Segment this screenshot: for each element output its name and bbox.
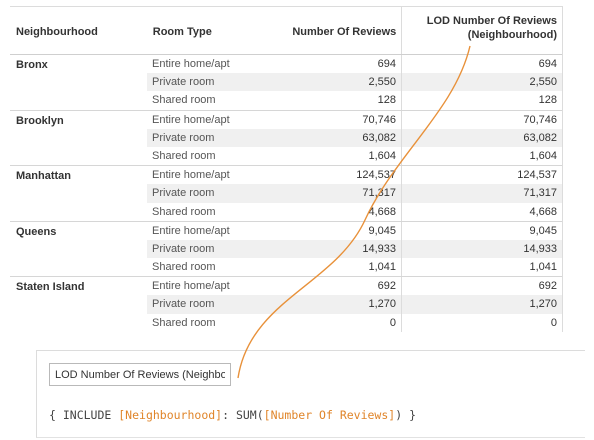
number-of-reviews-cell[interactable]: 70,746: [242, 110, 402, 129]
number-of-reviews-cell[interactable]: 0: [242, 313, 402, 332]
formula-open: { INCLUDE: [49, 408, 119, 422]
formula-editor[interactable]: { INCLUDE [Neighbourhood]: SUM([Number O…: [49, 403, 579, 427]
lod-reviews-cell[interactable]: 692: [402, 277, 562, 295]
header-lod-line1: LOD Number Of Reviews: [426, 15, 557, 27]
table-row: Private room 1,270 1,270: [147, 295, 562, 314]
header-neighbourhood[interactable]: Neighbourhood: [10, 7, 148, 54]
room-type-cell[interactable]: Private room: [147, 129, 242, 147]
header-room-type[interactable]: Room Type: [148, 7, 243, 54]
number-of-reviews-cell[interactable]: 694: [242, 55, 402, 74]
table-row: Shared room 4,668 4,668: [147, 202, 562, 221]
group-staten-island: Staten Island Entire home/apt 692 692 Privat…: [10, 277, 562, 332]
neighbourhood-cell[interactable]: Staten Island: [10, 277, 147, 332]
lod-reviews-cell[interactable]: 0: [402, 314, 562, 332]
table-row: Entire home/apt 124,537 124,537: [147, 166, 562, 185]
room-type-cell[interactable]: Shared room: [147, 258, 242, 276]
table-row: Private room 63,082 63,082: [147, 128, 562, 147]
table-row: Shared room 128 128: [147, 91, 562, 110]
column-headers: Neighbourhood Room Type Number Of Review…: [10, 7, 562, 55]
group-manhattan: Manhattan Entire home/apt 124,537 124,537 Pr…: [10, 166, 562, 222]
number-of-reviews-cell[interactable]: 14,933: [242, 239, 402, 259]
group-rows: Entire home/apt 9,045 9,045 Private room 14,…: [147, 221, 562, 277]
formula-sum: : SUM(: [222, 408, 264, 422]
header-number-of-reviews[interactable]: Number Of Reviews: [243, 7, 403, 54]
neighbourhood-cell[interactable]: Bronx: [10, 55, 147, 110]
table-row: Private room 14,933 14,933: [147, 239, 562, 259]
lod-reviews-cell[interactable]: 1,604: [402, 147, 562, 165]
room-type-cell[interactable]: Private room: [147, 184, 242, 202]
lod-reviews-cell[interactable]: 9,045: [402, 222, 562, 240]
table-row: Shared room 1,041 1,041: [147, 258, 562, 277]
formula-measure-field: [Number Of Reviews]: [263, 408, 396, 422]
lod-reviews-cell[interactable]: 14,933: [402, 240, 562, 258]
table-row: Entire home/apt 70,746 70,746: [147, 110, 562, 129]
number-of-reviews-cell[interactable]: 692: [242, 277, 402, 296]
neighbourhood-cell[interactable]: Manhattan: [10, 166, 147, 221]
table-row: Entire home/apt 692 692: [147, 277, 562, 296]
number-of-reviews-cell[interactable]: 128: [242, 91, 402, 110]
calculation-editor: { INCLUDE [Neighbourhood]: SUM([Number O…: [36, 350, 585, 438]
calculation-name-input[interactable]: [49, 363, 231, 386]
room-type-cell[interactable]: Shared room: [147, 91, 242, 109]
lod-reviews-cell[interactable]: 694: [402, 55, 562, 73]
number-of-reviews-cell[interactable]: 4,668: [242, 202, 402, 221]
lod-reviews-cell[interactable]: 1,270: [402, 295, 562, 313]
group-bronx: Bronx Entire home/apt 694 694 Private room 2,…: [10, 55, 562, 111]
room-type-cell[interactable]: Entire home/apt: [147, 166, 242, 184]
lod-reviews-cell[interactable]: 4,668: [402, 203, 562, 221]
room-type-cell[interactable]: Entire home/apt: [147, 111, 242, 129]
room-type-cell[interactable]: Shared room: [147, 147, 242, 165]
crosstab-body: Bronx Entire home/apt 694 694 Private room 2,…: [10, 55, 562, 332]
crosstab-view: Neighbourhood Room Type Number Of Review…: [10, 6, 563, 332]
room-type-cell[interactable]: Entire home/apt: [147, 55, 242, 73]
table-row: Shared room 0 0: [147, 313, 562, 332]
lod-reviews-cell[interactable]: 2,550: [402, 73, 562, 91]
lod-reviews-cell[interactable]: 1,041: [402, 258, 562, 276]
room-type-cell[interactable]: Entire home/apt: [147, 222, 242, 240]
table-row: Shared room 1,604 1,604: [147, 146, 562, 166]
lod-reviews-cell[interactable]: 70,746: [402, 111, 562, 129]
neighbourhood-cell[interactable]: Queens: [10, 222, 147, 277]
room-type-cell[interactable]: Private room: [147, 240, 242, 258]
room-type-cell[interactable]: Shared room: [147, 203, 242, 221]
number-of-reviews-cell[interactable]: 9,045: [242, 221, 402, 240]
lod-reviews-cell[interactable]: 71,317: [402, 184, 562, 202]
header-lod-number-of-reviews[interactable]: LOD Number Of Reviews (Neighbourhood): [402, 7, 562, 54]
group-queens: Queens Entire home/apt 9,045 9,045 Private r…: [10, 221, 562, 278]
table-row: Entire home/apt 694 694: [147, 55, 562, 74]
group-rows: Entire home/apt 70,746 70,746 Private room 6…: [147, 110, 562, 166]
room-type-cell[interactable]: Shared room: [147, 314, 242, 332]
table-row: Private room 2,550 2,550: [147, 73, 562, 92]
lod-reviews-cell[interactable]: 63,082: [402, 129, 562, 147]
group-brooklyn: Brooklyn Entire home/apt 70,746 70,746 Priva…: [10, 110, 562, 167]
room-type-cell[interactable]: Private room: [147, 73, 242, 91]
group-rows: Entire home/apt 692 692 Private room 1,270 1,…: [147, 277, 562, 332]
number-of-reviews-cell[interactable]: 63,082: [242, 128, 402, 147]
formula-dimension-field: [Neighbourhood]: [118, 408, 223, 422]
number-of-reviews-cell[interactable]: 124,537: [242, 166, 402, 185]
formula-close: ) }: [395, 408, 416, 422]
neighbourhood-cell[interactable]: Brooklyn: [10, 111, 147, 166]
lod-reviews-cell[interactable]: 124,537: [402, 166, 562, 184]
room-type-cell[interactable]: Entire home/apt: [147, 277, 242, 295]
number-of-reviews-cell[interactable]: 71,317: [242, 184, 402, 203]
number-of-reviews-cell[interactable]: 2,550: [242, 73, 402, 92]
header-lod-line2: (Neighbourhood): [467, 29, 557, 41]
table-row: Private room 71,317 71,317: [147, 184, 562, 203]
table-row: Entire home/apt 9,045 9,045: [147, 221, 562, 240]
group-rows: Entire home/apt 694 694 Private room 2,550 2,…: [147, 55, 562, 110]
lod-reviews-cell[interactable]: 128: [402, 91, 562, 109]
number-of-reviews-cell[interactable]: 1,604: [242, 146, 402, 166]
number-of-reviews-cell[interactable]: 1,270: [242, 295, 402, 314]
number-of-reviews-cell[interactable]: 1,041: [242, 258, 402, 277]
room-type-cell[interactable]: Private room: [147, 295, 242, 313]
group-rows: Entire home/apt 124,537 124,537 Private roo…: [147, 166, 562, 221]
